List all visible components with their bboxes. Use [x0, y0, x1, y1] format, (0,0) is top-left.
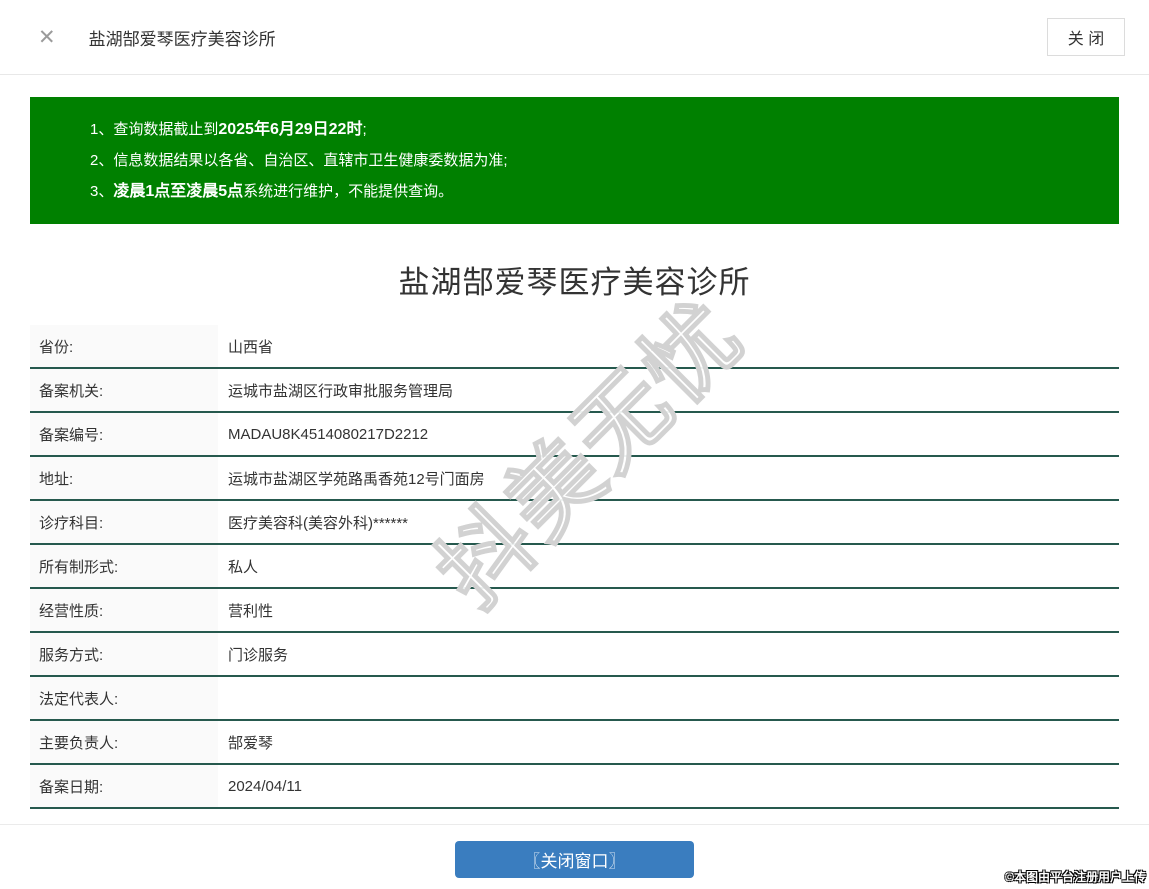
field-label: 法定代表人:	[30, 677, 218, 719]
field-value: 山西省	[228, 338, 274, 356]
notice-line-3-bold: 凌晨1点至凌晨5点	[113, 183, 244, 200]
field-label: 备案日期:	[30, 765, 218, 807]
row-filing-date: 备案日期: 2024/04/11	[30, 765, 1119, 809]
notice-line-1-bold: 2025年6月29日22时	[218, 121, 363, 138]
field-label: 备案编号:	[30, 413, 218, 455]
field-value: 医疗美容科(美容外科)******	[228, 514, 409, 532]
notice-line-3: 3、凌晨1点至凌晨5点系统进行维护，不能提供查询。	[90, 176, 1099, 207]
field-label: 所有制形式:	[30, 545, 218, 587]
row-legal-representative: 法定代表人:	[30, 677, 1119, 721]
notice-line-1-post: ;	[362, 121, 367, 138]
copyright-notice: ©本图由平台注册用户上传	[1005, 870, 1146, 884]
field-value: 运城市盐湖区学苑路禹香苑12号门面房	[228, 470, 485, 488]
notice-line-3-number: 3、	[90, 183, 114, 200]
page-title: 盐湖郜爱琴医疗美容诊所	[398, 265, 751, 300]
field-value: 郜爱琴	[228, 734, 274, 752]
row-business-nature: 经营性质: 营利性	[30, 589, 1119, 633]
field-label: 地址:	[30, 457, 218, 499]
notice-banner: 1、查询数据截止到2025年6月29日22时; 2、信息数据结果以各省、自治区、…	[30, 97, 1119, 224]
record-table: 省份: 山西省 备案机关: 运城市盐湖区行政审批服务管理局 备案编号: MADA…	[30, 325, 1119, 809]
row-address: 地址: 运城市盐湖区学苑路禹香苑12号门面房	[30, 457, 1119, 501]
field-label: 服务方式:	[30, 633, 218, 675]
field-value: 运城市盐湖区行政审批服务管理局	[228, 382, 454, 400]
field-value: 营利性	[228, 602, 274, 620]
window-header: ✕ 盐湖郜爱琴医疗美容诊所 关 闭	[0, 0, 1149, 75]
notice-line-1-number: 1、	[90, 121, 114, 138]
field-label: 诊疗科目:	[30, 501, 218, 543]
row-principal: 主要负责人: 郜爱琴	[30, 721, 1119, 765]
row-treatment-subjects: 诊疗科目: 医疗美容科(美容外科)******	[30, 501, 1119, 545]
notice-line-2-number: 2、	[90, 152, 114, 169]
field-value: 2024/04/11	[228, 777, 302, 795]
row-ownership-type: 所有制形式: 私人	[30, 545, 1119, 589]
field-value: 私人	[228, 558, 259, 576]
notice-line-1: 1、查询数据截止到2025年6月29日22时;	[90, 114, 1099, 145]
notice-line-1-text: 查询数据截止到	[113, 121, 219, 138]
field-label: 备案机关:	[30, 369, 218, 411]
field-label: 主要负责人:	[30, 721, 218, 763]
close-x-icon[interactable]: ✕	[38, 27, 56, 48]
notice-line-2-text: 信息数据结果以各省、自治区、直辖市卫生健康委数据为准;	[113, 152, 508, 169]
field-value: MADAU8K4514080217D2212	[228, 425, 429, 443]
notice-line-2: 2、信息数据结果以各省、自治区、直辖市卫生健康委数据为准;	[90, 145, 1099, 176]
footer-bar: 〖关闭窗口〗	[0, 824, 1149, 889]
row-service-mode: 服务方式: 门诊服务	[30, 633, 1119, 677]
field-label: 省份:	[30, 325, 218, 367]
row-filing-authority: 备案机关: 运城市盐湖区行政审批服务管理局	[30, 369, 1119, 413]
row-filing-number: 备案编号: MADAU8K4514080217D2212	[30, 413, 1119, 457]
notice-line-3-post: 系统进行维护，不能提供查询。	[243, 183, 454, 200]
window-title: 盐湖郜爱琴医疗美容诊所	[88, 29, 276, 49]
field-label: 经营性质:	[30, 589, 218, 631]
field-value: 门诊服务	[228, 646, 289, 664]
close-window-button[interactable]: 〖关闭窗口〗	[455, 841, 694, 878]
close-button[interactable]: 关 闭	[1047, 18, 1125, 56]
row-province: 省份: 山西省	[30, 325, 1119, 369]
